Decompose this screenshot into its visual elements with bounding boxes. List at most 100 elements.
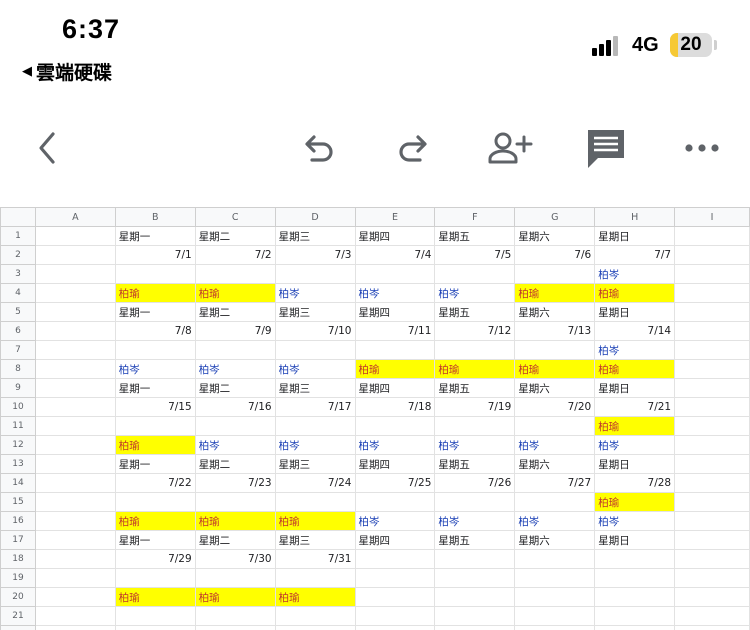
cell-b10[interactable]: 7/15 (114, 397, 196, 417)
cell-e15[interactable] (354, 492, 436, 512)
cell-a13[interactable] (34, 454, 116, 474)
cell-d14[interactable]: 7/24 (274, 473, 356, 493)
cell-b5[interactable]: 星期一 (114, 302, 196, 322)
cell-e3[interactable] (354, 264, 436, 284)
cell-h11[interactable]: 柏瑜 (594, 416, 676, 436)
cell-f10[interactable]: 7/19 (434, 397, 516, 417)
cell-h1[interactable]: 星期日 (594, 226, 676, 246)
cell-h12[interactable]: 柏岑 (594, 435, 676, 455)
cell-i10[interactable] (674, 397, 750, 417)
cell-i20[interactable] (674, 587, 750, 607)
row-header[interactable]: 7 (0, 340, 36, 360)
cell-e6[interactable]: 7/11 (354, 321, 436, 341)
cell-d17[interactable]: 星期三 (274, 530, 356, 550)
cell-f11[interactable] (434, 416, 516, 436)
cell-e10[interactable]: 7/18 (354, 397, 436, 417)
cell-d2[interactable]: 7/3 (274, 245, 356, 265)
cell-f1[interactable]: 星期五 (434, 226, 516, 246)
cell-b9[interactable]: 星期一 (114, 378, 196, 398)
cell-b18[interactable]: 7/29 (114, 549, 196, 569)
row-header[interactable]: 11 (0, 416, 36, 436)
cell-e7[interactable] (354, 340, 436, 360)
column-header-d[interactable]: D (274, 207, 356, 227)
cell-a7[interactable] (34, 340, 116, 360)
add-person-button[interactable] (480, 110, 540, 186)
cell-g1[interactable]: 星期六 (514, 226, 596, 246)
cell-a16[interactable] (34, 511, 116, 531)
back-to-app-link[interactable]: ◀ 雲端硬碟 (22, 58, 112, 85)
column-header-h[interactable]: H (594, 207, 676, 227)
row-header[interactable]: 16 (0, 511, 36, 531)
cell-e8[interactable]: 柏瑜 (354, 359, 436, 379)
cell-c22[interactable] (194, 625, 276, 630)
row-header[interactable]: 14 (0, 473, 36, 493)
cell-a20[interactable] (34, 587, 116, 607)
cell-f20[interactable] (434, 587, 516, 607)
cell-d13[interactable]: 星期三 (274, 454, 356, 474)
cell-d19[interactable] (274, 568, 356, 588)
row-header[interactable]: 6 (0, 321, 36, 341)
cell-a6[interactable] (34, 321, 116, 341)
cell-i22[interactable] (674, 625, 750, 630)
cell-d15[interactable] (274, 492, 356, 512)
cell-i21[interactable] (674, 606, 750, 626)
cell-e11[interactable] (354, 416, 436, 436)
cell-h20[interactable] (594, 587, 676, 607)
cell-h21[interactable] (594, 606, 676, 626)
cell-a15[interactable] (34, 492, 116, 512)
cell-d4[interactable]: 柏岑 (274, 283, 356, 303)
cell-g22[interactable] (514, 625, 596, 630)
cell-f16[interactable]: 柏岑 (434, 511, 516, 531)
cell-a22[interactable] (34, 625, 116, 630)
cell-c4[interactable]: 柏瑜 (194, 283, 276, 303)
row-header[interactable]: 1 (0, 226, 36, 246)
cell-h18[interactable] (594, 549, 676, 569)
cell-b15[interactable] (114, 492, 196, 512)
cell-e20[interactable] (354, 587, 436, 607)
cell-h2[interactable]: 7/7 (594, 245, 676, 265)
cell-g7[interactable] (514, 340, 596, 360)
more-options-button[interactable] (672, 110, 732, 186)
cell-e16[interactable]: 柏岑 (354, 511, 436, 531)
cell-h5[interactable]: 星期日 (594, 302, 676, 322)
cell-f15[interactable] (434, 492, 516, 512)
cell-i1[interactable] (674, 226, 750, 246)
cell-c10[interactable]: 7/16 (194, 397, 276, 417)
cell-f7[interactable] (434, 340, 516, 360)
cell-f8[interactable]: 柏瑜 (434, 359, 516, 379)
cell-b21[interactable] (114, 606, 196, 626)
cell-a19[interactable] (34, 568, 116, 588)
cell-a10[interactable] (34, 397, 116, 417)
row-header[interactable]: 20 (0, 587, 36, 607)
cell-d18[interactable]: 7/31 (274, 549, 356, 569)
cell-f5[interactable]: 星期五 (434, 302, 516, 322)
row-header[interactable]: 5 (0, 302, 36, 322)
row-header[interactable]: 12 (0, 435, 36, 455)
cell-a4[interactable] (34, 283, 116, 303)
cell-i9[interactable] (674, 378, 750, 398)
cell-h6[interactable]: 7/14 (594, 321, 676, 341)
cell-a3[interactable] (34, 264, 116, 284)
cell-a11[interactable] (34, 416, 116, 436)
cell-b6[interactable]: 7/8 (114, 321, 196, 341)
cell-h15[interactable]: 柏瑜 (594, 492, 676, 512)
cell-i13[interactable] (674, 454, 750, 474)
row-header[interactable]: 22 (0, 625, 36, 630)
cell-f12[interactable]: 柏岑 (434, 435, 516, 455)
cell-f21[interactable] (434, 606, 516, 626)
spreadsheet-grid[interactable]: ABCDEFGHI 1 星期一 星期二 星期三 星期四 星期五 星期六 星期日 2 7/1 7/2 7… (0, 207, 750, 630)
cell-d8[interactable]: 柏岑 (274, 359, 356, 379)
row-header[interactable]: 9 (0, 378, 36, 398)
cell-e4[interactable]: 柏岑 (354, 283, 436, 303)
cell-g14[interactable]: 7/27 (514, 473, 596, 493)
cell-h13[interactable]: 星期日 (594, 454, 676, 474)
cell-h10[interactable]: 7/21 (594, 397, 676, 417)
cell-c5[interactable]: 星期二 (194, 302, 276, 322)
cell-g16[interactable]: 柏岑 (514, 511, 596, 531)
cell-b13[interactable]: 星期一 (114, 454, 196, 474)
cell-g6[interactable]: 7/13 (514, 321, 596, 341)
cell-g2[interactable]: 7/6 (514, 245, 596, 265)
cell-a8[interactable] (34, 359, 116, 379)
cell-h8[interactable]: 柏瑜 (594, 359, 676, 379)
cell-c11[interactable] (194, 416, 276, 436)
